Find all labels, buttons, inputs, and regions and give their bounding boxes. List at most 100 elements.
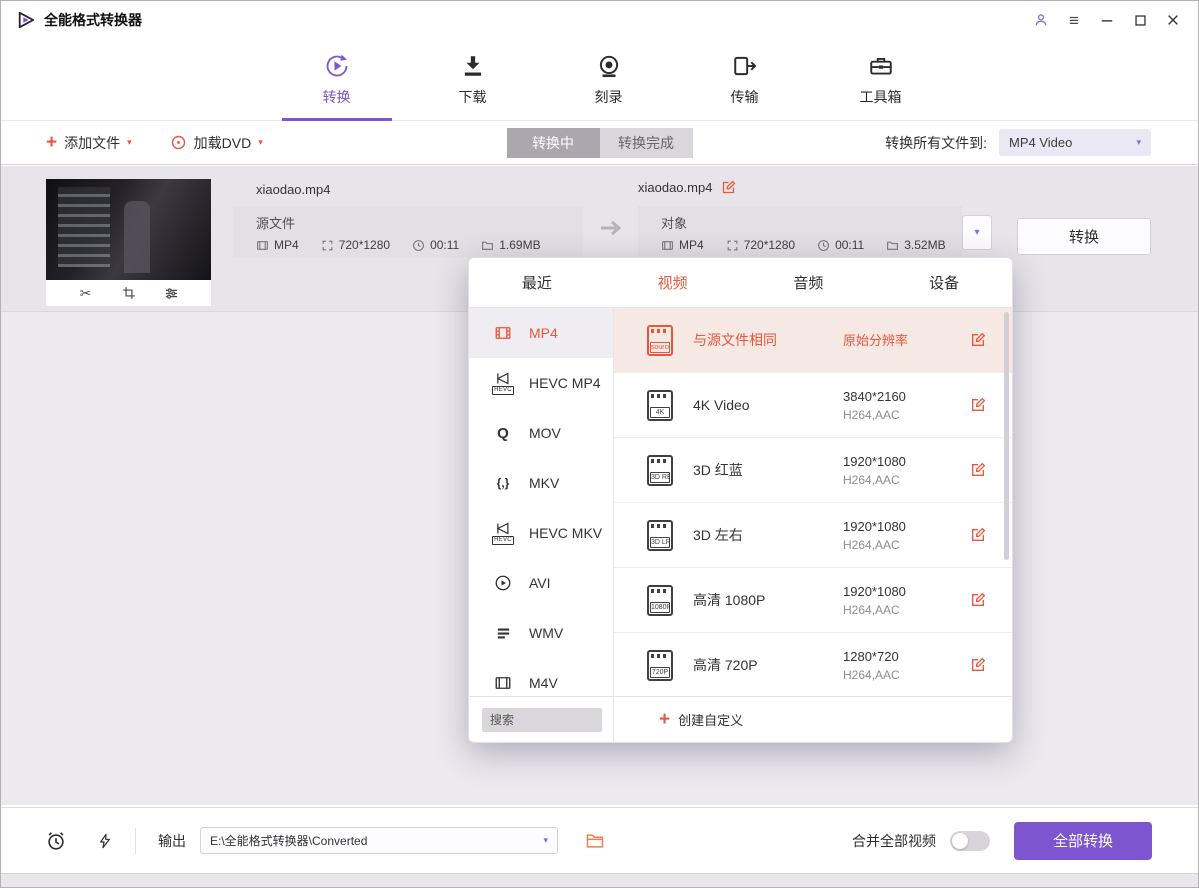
schedule-alarm-icon[interactable] <box>45 830 67 852</box>
open-folder-icon[interactable] <box>584 831 606 851</box>
edit-preset-icon[interactable] <box>970 332 986 348</box>
output-format-select[interactable]: MP4 Video ▾ <box>999 129 1151 156</box>
format-item-avi[interactable]: AVI <box>469 558 613 608</box>
convert-to-group: 转换所有文件到: MP4 Video ▾ <box>885 129 1151 156</box>
plus-icon: + <box>46 133 57 152</box>
source-format: MP4 <box>256 238 299 252</box>
add-file-button[interactable]: + 添加文件 ▾ <box>46 133 132 153</box>
sliders-icon <box>164 286 179 301</box>
format-item-hevc-mp4[interactable]: HEVC HEVC MP4 <box>469 358 613 408</box>
preset-row-3d-leftright[interactable]: 3D LR 3D 左右 1920*1080 H264,AAC <box>614 503 1012 568</box>
tab-transfer[interactable]: 传输 <box>699 39 791 120</box>
minimize-button[interactable] <box>1098 11 1116 29</box>
app-logo-icon <box>17 11 35 29</box>
film-icon <box>661 239 674 252</box>
crop-icon <box>122 286 136 300</box>
folder-icon <box>886 239 899 252</box>
popup-tab-video[interactable]: 视频 <box>605 258 741 307</box>
account-icon[interactable] <box>1032 11 1050 29</box>
preset-row-same-as-source[interactable]: source 与源文件相同 原始分辨率 <box>614 308 1012 373</box>
preset-row-1080p[interactable]: 1080P 高清 1080P 1920*1080 H264,AAC <box>614 568 1012 633</box>
format-item-m4v[interactable]: M4V <box>469 658 613 696</box>
merge-toggle[interactable] <box>950 831 990 851</box>
clock-icon <box>412 239 425 252</box>
tab-toolbox[interactable]: 工具箱 <box>835 39 927 120</box>
tab-download[interactable]: 下载 <box>427 39 519 120</box>
main-nav: 转换 下载 刻录 <box>1 39 1198 121</box>
resolution-icon <box>321 239 334 252</box>
edit-preset-icon[interactable] <box>970 592 986 608</box>
tab-convert[interactable]: 转换 <box>291 39 383 120</box>
close-button[interactable] <box>1164 11 1182 29</box>
format-item-wmv[interactable]: WMV <box>469 608 613 658</box>
folder-icon <box>481 239 494 252</box>
high-speed-lightning-icon[interactable] <box>97 831 113 851</box>
effects-button[interactable] <box>162 283 182 303</box>
preset-icon: 3D LR <box>647 520 673 551</box>
edit-preset-icon[interactable] <box>970 527 986 543</box>
search-input[interactable] <box>482 708 602 732</box>
convert-icon <box>323 52 351 80</box>
app-title: 全能格式转换器 <box>44 10 142 30</box>
create-custom-button[interactable]: + 创建自定义 <box>659 710 743 729</box>
convert-row-button[interactable]: 转换 <box>1017 218 1151 255</box>
preset-row-3d-redblue[interactable]: 3D RB 3D 红蓝 1920*1080 H264,AAC <box>614 438 1012 503</box>
popup-tab-device[interactable]: 设备 <box>876 258 1012 307</box>
preset-icon: 1080P <box>647 585 673 616</box>
edit-preset-icon[interactable] <box>970 657 986 673</box>
edit-preset-icon[interactable] <box>970 397 986 413</box>
titlebar: 全能格式转换器 ≡ <box>1 1 1198 39</box>
toggle-knob <box>952 833 968 849</box>
matroska-icon: {,} <box>489 476 517 490</box>
burn-disc-icon <box>596 52 622 80</box>
transfer-arrow-icon <box>599 219 625 237</box>
resolution-icon <box>726 239 739 252</box>
output-path-select[interactable]: E:\全能格式转换器\Converted ▾ <box>200 827 558 854</box>
format-popup: 最近 视频 音频 设备 MP4 HEVC HEVC MP4 <box>468 257 1013 743</box>
circle-play-icon <box>489 574 517 592</box>
video-thumbnail[interactable] <box>46 179 211 280</box>
tab-converting[interactable]: 转换中 <box>507 128 600 158</box>
toolbox-icon <box>868 52 894 80</box>
load-dvd-button[interactable]: 加载DVD ▾ <box>170 133 263 153</box>
transfer-icon <box>732 52 758 80</box>
format-item-mp4[interactable]: MP4 <box>469 308 613 358</box>
maximize-button[interactable] <box>1131 11 1149 29</box>
format-item-mov[interactable]: Q MOV <box>469 408 613 458</box>
convert-all-button[interactable]: 全部转换 <box>1014 822 1152 860</box>
popup-tab-recent[interactable]: 最近 <box>469 258 605 307</box>
target-info-box: 对象 MP4 720*1280 <box>638 206 962 258</box>
thumbnail-toolbar: ✂ <box>46 280 211 306</box>
bottombar: 输出 E:\全能格式转换器\Converted ▾ 合并全部视频 全部转换 <box>1 807 1198 873</box>
clock-icon <box>817 239 830 252</box>
toolbar: + 添加文件 ▾ 加载DVD ▾ 转换中 转换完成 转换所有文件到: MP4 V… <box>1 121 1198 165</box>
format-item-mkv[interactable]: {,} MKV <box>469 458 613 508</box>
popup-tab-audio[interactable]: 音频 <box>741 258 877 307</box>
source-label: 源文件 <box>256 213 569 232</box>
hevc-film-icon: HEVC <box>489 522 517 545</box>
crop-button[interactable] <box>119 283 139 303</box>
trim-button[interactable]: ✂ <box>76 283 96 303</box>
hevc-film-icon: HEVC <box>489 372 517 395</box>
video-thumbnail-card: ✂ <box>46 179 211 306</box>
menu-icon[interactable]: ≡ <box>1065 11 1083 29</box>
format-item-hevc-mkv[interactable]: HEVC HEVC MKV <box>469 508 613 558</box>
output-label: 输出 <box>158 831 186 851</box>
edit-preset-icon[interactable] <box>970 462 986 478</box>
quicktime-icon: Q <box>489 425 517 442</box>
rename-edit-icon[interactable] <box>721 180 736 195</box>
source-duration: 00:11 <box>412 238 459 252</box>
tab-completed[interactable]: 转换完成 <box>600 128 693 158</box>
preset-row-4k[interactable]: 4K 4K Video 3840*2160 H264,AAC <box>614 373 1012 438</box>
format-dropdown-button[interactable]: ▾ <box>962 215 992 250</box>
source-filename: xiaodao.mp4 <box>256 182 330 197</box>
preset-icon: 3D RB <box>647 455 673 486</box>
scrollbar-thumb[interactable] <box>1004 312 1009 560</box>
preset-row-720p[interactable]: 720P 高清 720P 1280*720 H264,AAC <box>614 633 1012 696</box>
film-icon <box>489 674 517 692</box>
scissors-icon: ✂ <box>80 285 92 302</box>
preset-list: source 与源文件相同 原始分辨率 4K 4K Video 3840*216… <box>614 308 1012 696</box>
tab-burn[interactable]: 刻录 <box>563 39 655 120</box>
format-list: MP4 HEVC HEVC MP4 Q MOV <box>469 308 614 696</box>
target-label: 对象 <box>661 213 948 232</box>
